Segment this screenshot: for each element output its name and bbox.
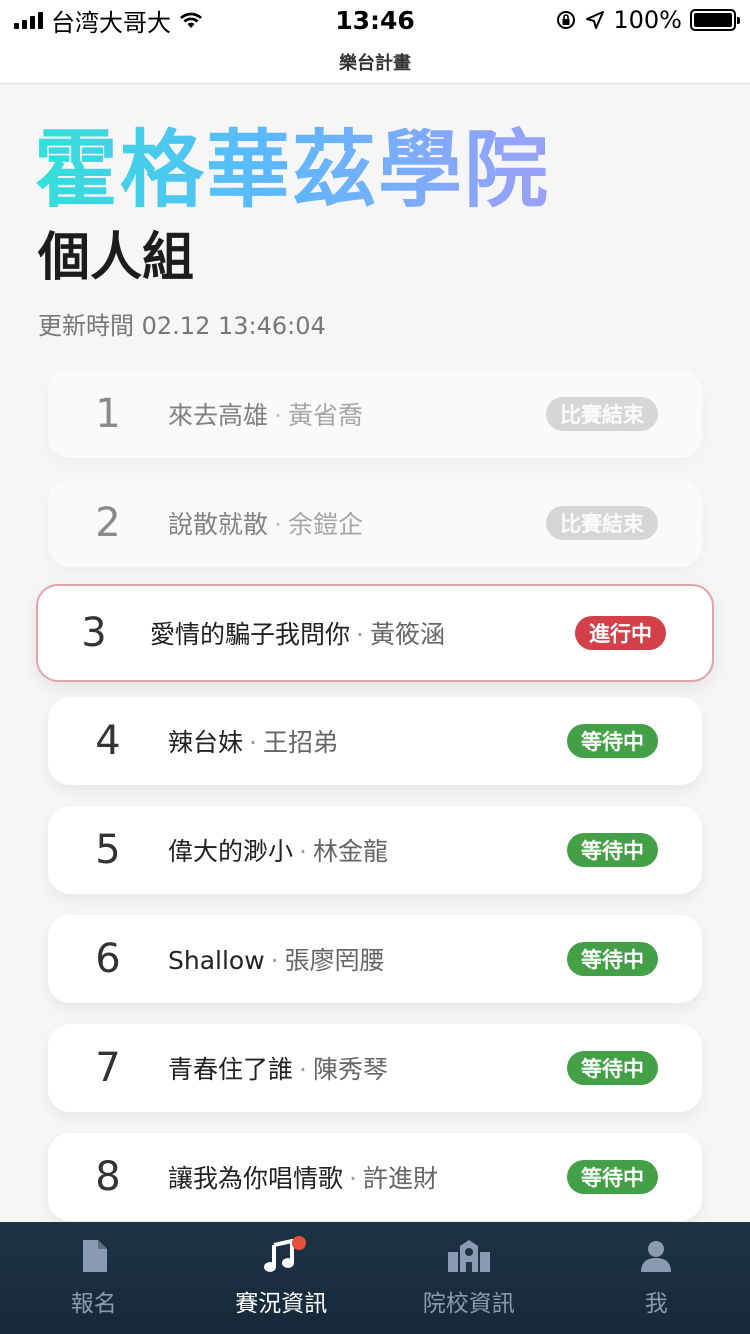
song-number: 8 bbox=[95, 1154, 121, 1200]
song-card[interactable]: 5 偉大的渺小 · 林金龍 等待中 bbox=[48, 806, 702, 894]
song-info: 說散就散 · 余鎧企 bbox=[168, 505, 546, 541]
song-number: 4 bbox=[95, 718, 121, 764]
nav-bar: 樂台計畫 bbox=[0, 40, 750, 84]
status-badge: 比賽結束 bbox=[546, 506, 658, 540]
song-title: 來去高雄 bbox=[168, 401, 269, 430]
song-number: 3 bbox=[81, 610, 107, 656]
song-info: 來去高雄 · 黃省喬 bbox=[168, 396, 546, 432]
separator: · bbox=[356, 620, 364, 649]
status-badge: 等待中 bbox=[567, 833, 658, 867]
school-title: 霍格華茲學院 bbox=[34, 121, 551, 219]
update-time: 更新時間 02.12 13:46:04 bbox=[38, 312, 326, 340]
song-info: 偉大的渺小 · 林金龍 bbox=[168, 832, 567, 868]
notification-dot bbox=[292, 1236, 307, 1250]
song-info: 讓我為你唱情歌 · 許進財 bbox=[168, 1159, 567, 1195]
song-info: 青春住了誰 · 陳秀琴 bbox=[168, 1050, 567, 1086]
tab-bar: 報名 賽況資訊 院校資訊 我 bbox=[0, 1222, 750, 1334]
tab-me[interactable]: 我 bbox=[563, 1222, 750, 1334]
song-card[interactable]: 1 來去高雄 · 黃省喬 比賽結束 bbox=[48, 370, 702, 458]
song-info: Shallow · 張廖罔腰 bbox=[168, 941, 567, 977]
song-title: 說散就散 bbox=[168, 510, 269, 539]
person-icon bbox=[641, 1238, 672, 1274]
song-title: 辣台妹 bbox=[168, 728, 244, 757]
song-number: 5 bbox=[95, 827, 121, 873]
tab-competition-info[interactable]: 賽況資訊 bbox=[188, 1222, 376, 1334]
song-title: 讓我為你唱情歌 bbox=[168, 1164, 344, 1193]
status-right: 100% bbox=[555, 6, 740, 34]
tab-school-info[interactable]: 院校資訊 bbox=[375, 1222, 563, 1334]
music-note-icon bbox=[264, 1236, 307, 1274]
separator: · bbox=[349, 1164, 357, 1193]
song-info: 辣台妹 · 王招弟 bbox=[168, 723, 567, 759]
status-badge: 等待中 bbox=[567, 1051, 658, 1085]
carrier-name: 台湾大哥大 bbox=[51, 8, 171, 37]
location-icon bbox=[585, 10, 605, 30]
song-singer: 林金龍 bbox=[312, 837, 388, 866]
separator: · bbox=[274, 510, 282, 539]
status-badge: 等待中 bbox=[567, 942, 658, 976]
song-number: 1 bbox=[95, 391, 121, 437]
song-singer: 王招弟 bbox=[262, 728, 338, 757]
song-number: 6 bbox=[95, 936, 121, 982]
song-info: 愛情的騙子我問你 · 黃筱涵 bbox=[150, 615, 575, 651]
song-card[interactable]: 2 說散就散 · 余鎧企 比賽結束 bbox=[48, 479, 702, 567]
song-singer: 陳秀琴 bbox=[312, 1055, 388, 1084]
song-card[interactable]: 6 Shallow · 張廖罔腰 等待中 bbox=[48, 915, 702, 1003]
separator: · bbox=[299, 837, 307, 866]
song-title: 青春住了誰 bbox=[168, 1055, 294, 1084]
tab-label: 院校資訊 bbox=[422, 1291, 515, 1317]
status-bar: 台湾大哥大 13:46 100% bbox=[0, 0, 750, 40]
separator: · bbox=[299, 1055, 307, 1084]
group-title: 個人組 bbox=[38, 228, 195, 288]
song-number: 7 bbox=[95, 1045, 121, 1091]
song-card-current[interactable]: 3 愛情的騙子我問你 · 黃筱涵 進行中 bbox=[36, 584, 714, 682]
song-card[interactable]: 7 青春住了誰 · 陳秀琴 等待中 bbox=[48, 1024, 702, 1112]
song-singer: 黃筱涵 bbox=[369, 620, 445, 649]
status-badge: 進行中 bbox=[575, 616, 666, 650]
status-left: 台湾大哥大 bbox=[14, 3, 203, 38]
nav-title: 樂台計畫 bbox=[339, 52, 411, 74]
separator: · bbox=[249, 728, 257, 757]
document-icon bbox=[81, 1238, 107, 1274]
song-singer: 許進財 bbox=[362, 1164, 438, 1193]
main-content[interactable]: 霍格華茲學院 個人組 更新時間 02.12 13:46:04 1 來去高雄 · 黃省… bbox=[0, 84, 750, 1222]
song-number: 2 bbox=[95, 500, 121, 546]
song-singer: 張廖罔腰 bbox=[284, 946, 385, 975]
battery-percent: 100% bbox=[613, 6, 682, 34]
separator: · bbox=[274, 401, 282, 430]
tab-register[interactable]: 報名 bbox=[0, 1222, 188, 1334]
song-title: 愛情的騙子我問你 bbox=[150, 620, 351, 649]
tab-label: 賽況資訊 bbox=[235, 1291, 328, 1317]
separator: · bbox=[270, 946, 279, 975]
battery-icon bbox=[690, 9, 740, 31]
status-badge: 等待中 bbox=[567, 1160, 658, 1194]
status-badge: 比賽結束 bbox=[546, 397, 658, 431]
song-card[interactable]: 4 辣台妹 · 王招弟 等待中 bbox=[48, 697, 702, 785]
song-singer: 黃省喬 bbox=[287, 401, 363, 430]
song-card[interactable]: 8 讓我為你唱情歌 · 許進財 等待中 bbox=[48, 1133, 702, 1221]
status-badge: 等待中 bbox=[567, 724, 658, 758]
orientation-lock-icon bbox=[555, 9, 577, 31]
tab-label: 報名 bbox=[70, 1291, 117, 1317]
wifi-icon bbox=[179, 11, 203, 29]
song-title: 偉大的渺小 bbox=[168, 837, 294, 866]
signal-icon bbox=[14, 11, 43, 29]
school-icon bbox=[447, 1238, 490, 1274]
song-singer: 余鎧企 bbox=[287, 510, 363, 539]
tab-label: 我 bbox=[644, 1291, 668, 1317]
song-title: Shallow bbox=[168, 946, 265, 975]
